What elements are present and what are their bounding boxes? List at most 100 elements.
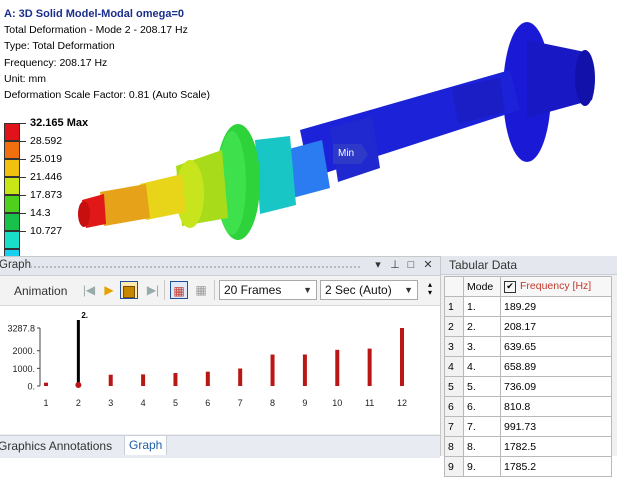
table-row[interactable]: 6 6. 810.8 [444, 396, 612, 417]
legend-swatch [4, 123, 20, 141]
stop-button[interactable] [120, 281, 138, 299]
panel-grip[interactable] [30, 266, 360, 268]
min-probe-label[interactable]: Min [333, 144, 369, 164]
table-row[interactable]: 3 3. 639.65 [444, 336, 612, 357]
x-tick-label: 7 [238, 398, 243, 408]
tabular-data-header: Tabular Data [441, 256, 617, 275]
graph-panel-title: Graph [0, 259, 31, 271]
frequency-bar [367, 348, 372, 386]
next-frame-icon[interactable]: ▶| [144, 281, 162, 299]
mode-column-header[interactable]: Mode [463, 276, 501, 297]
info-line-type: Type: Total Deformation [4, 40, 115, 53]
chevron-down-icon: ▼ [404, 285, 413, 295]
frequency-cell: 736.09 [500, 376, 612, 397]
frequency-bar [270, 354, 275, 386]
legend-label: 25.019 [30, 153, 63, 165]
frequency-bar-chart[interactable]: 3287.8 2000. 1000. 0. 1 2 3 4 5 6 7 8 9 10 11 12 2. [0, 306, 440, 434]
y-tick-label: 1000. [12, 364, 35, 374]
row-number: 5 [444, 376, 464, 397]
frequency-cell: 810.8 [500, 396, 612, 417]
x-tick-label: 11 [365, 398, 374, 408]
row-number: 9 [444, 456, 464, 477]
legend-label: 32.165 Max [30, 117, 89, 129]
table-row[interactable]: 8 8. 1782.5 [444, 436, 612, 457]
mode-cell: 8. [463, 436, 501, 457]
panel-menu-icon[interactable]: ▾ [371, 258, 385, 273]
animation-toolbar: Animation |◀ ▶ ▶| ▦ ▦ 20 Frames ▼ 2 Sec … [0, 276, 440, 306]
row-number: 1 [444, 296, 464, 317]
table-row[interactable]: 2 2. 208.17 [444, 316, 612, 337]
model-title: A: 3D Solid Model-Modal omega=0 [4, 8, 184, 20]
selected-mode-label: 2. [81, 311, 88, 320]
chart-svg: 3287.82000.1000.0.1 2 3 4 5 6 7 8 9 10 11 122. [7, 311, 407, 408]
frequency-bar [173, 373, 178, 386]
selected-bar-dot [75, 382, 82, 388]
legend-label: 14.3 [30, 207, 51, 219]
legend-label: 10.727 [30, 225, 63, 237]
frequency-bar [141, 374, 146, 386]
chevron-down-icon: ▼ [303, 285, 312, 295]
mode-cell: 9. [463, 456, 501, 477]
duration-select-value: 2 Sec (Auto) [325, 283, 392, 297]
frequency-bar [335, 349, 340, 386]
table-row[interactable]: 5 5. 736.09 [444, 376, 612, 397]
tab-graphics-annotations[interactable]: Graphics Annotations [0, 439, 112, 453]
x-tick-label: 9 [302, 398, 307, 408]
row-number: 2 [444, 316, 464, 337]
previous-frame-icon[interactable]: |◀ [80, 281, 98, 299]
row-number: 3 [444, 336, 464, 357]
table-row[interactable]: 9 9. 1785.2 [444, 456, 612, 477]
frequency-cell: 1785.2 [500, 456, 612, 477]
mode-cell: 6. [463, 396, 501, 417]
row-number: 8 [444, 436, 464, 457]
legend-label: 21.446 [30, 171, 63, 183]
info-line-unit: Unit: mm [4, 72, 46, 85]
info-line-result: Total Deformation - Mode 2 - 208.17 Hz [4, 24, 188, 37]
pin-icon[interactable]: ⊥ [388, 258, 402, 273]
table-row[interactable]: 7 7. 991.73 [444, 416, 612, 437]
frequency-cell: 639.65 [500, 336, 612, 357]
frequency-column-header[interactable]: ✔ Frequency [Hz] [500, 276, 612, 297]
model-shaft-tip [78, 201, 90, 227]
table-row[interactable]: 1 1. 189.29 [444, 296, 612, 317]
checkbox-checked-icon[interactable]: ✔ [504, 280, 516, 293]
x-tick-label: 12 [397, 398, 407, 408]
maximize-icon[interactable]: □ [404, 258, 418, 273]
row-number: 7 [444, 416, 464, 437]
model-info-block: A: 3D Solid Model-Modal omega=0 Total De… [4, 6, 210, 103]
graph-panel-header: Graph ▾ ⊥ □ ✕ [0, 257, 440, 276]
tab-graph[interactable]: Graph [124, 436, 168, 455]
frequency-bar [238, 368, 243, 386]
row-number: 6 [444, 396, 464, 417]
frequency-header-label: Frequency [Hz] [520, 280, 592, 293]
mode-cell: 5. [463, 376, 501, 397]
legend-swatch [4, 141, 20, 159]
model-shaft-teal [255, 136, 296, 214]
frequency-bar [400, 328, 404, 386]
y-tick-label: 3287.8 [7, 324, 35, 334]
legend-swatch [4, 213, 20, 231]
animation-label: Animation [14, 284, 68, 298]
play-icon[interactable]: ▶ [100, 281, 118, 299]
legend-swatch [4, 159, 20, 177]
x-tick-label: 5 [173, 398, 178, 408]
distributed-frames-icon[interactable]: ▦ [170, 281, 188, 299]
toolbar-overflow-icon[interactable]: ▴ ▾ [424, 281, 436, 299]
duration-select[interactable]: 2 Sec (Auto) ▼ [320, 280, 418, 300]
frames-select-value: 20 Frames [224, 283, 282, 297]
info-line-scale: Deformation Scale Factor: 0.81 (Auto Sca… [4, 89, 211, 102]
legend-swatch [4, 231, 20, 249]
x-tick-label: 10 [332, 398, 342, 408]
frequency-cell: 991.73 [500, 416, 612, 437]
legend-label: 28.592 [30, 135, 63, 147]
x-tick-label: 2 [76, 398, 81, 408]
legend-swatch-bottom [4, 249, 20, 256]
corner-cell [444, 276, 464, 297]
frames-select[interactable]: 20 Frames ▼ [219, 280, 317, 300]
legend-swatch [4, 195, 20, 213]
legend-label: 17.873 [30, 189, 63, 201]
table-row[interactable]: 4 4. 658.89 [444, 356, 612, 377]
model-viewport[interactable]: A: 3D Solid Model-Modal omega=0 Total De… [0, 0, 617, 256]
close-icon[interactable]: ✕ [421, 258, 435, 273]
result-sets-icon[interactable]: ▦ [192, 281, 210, 299]
